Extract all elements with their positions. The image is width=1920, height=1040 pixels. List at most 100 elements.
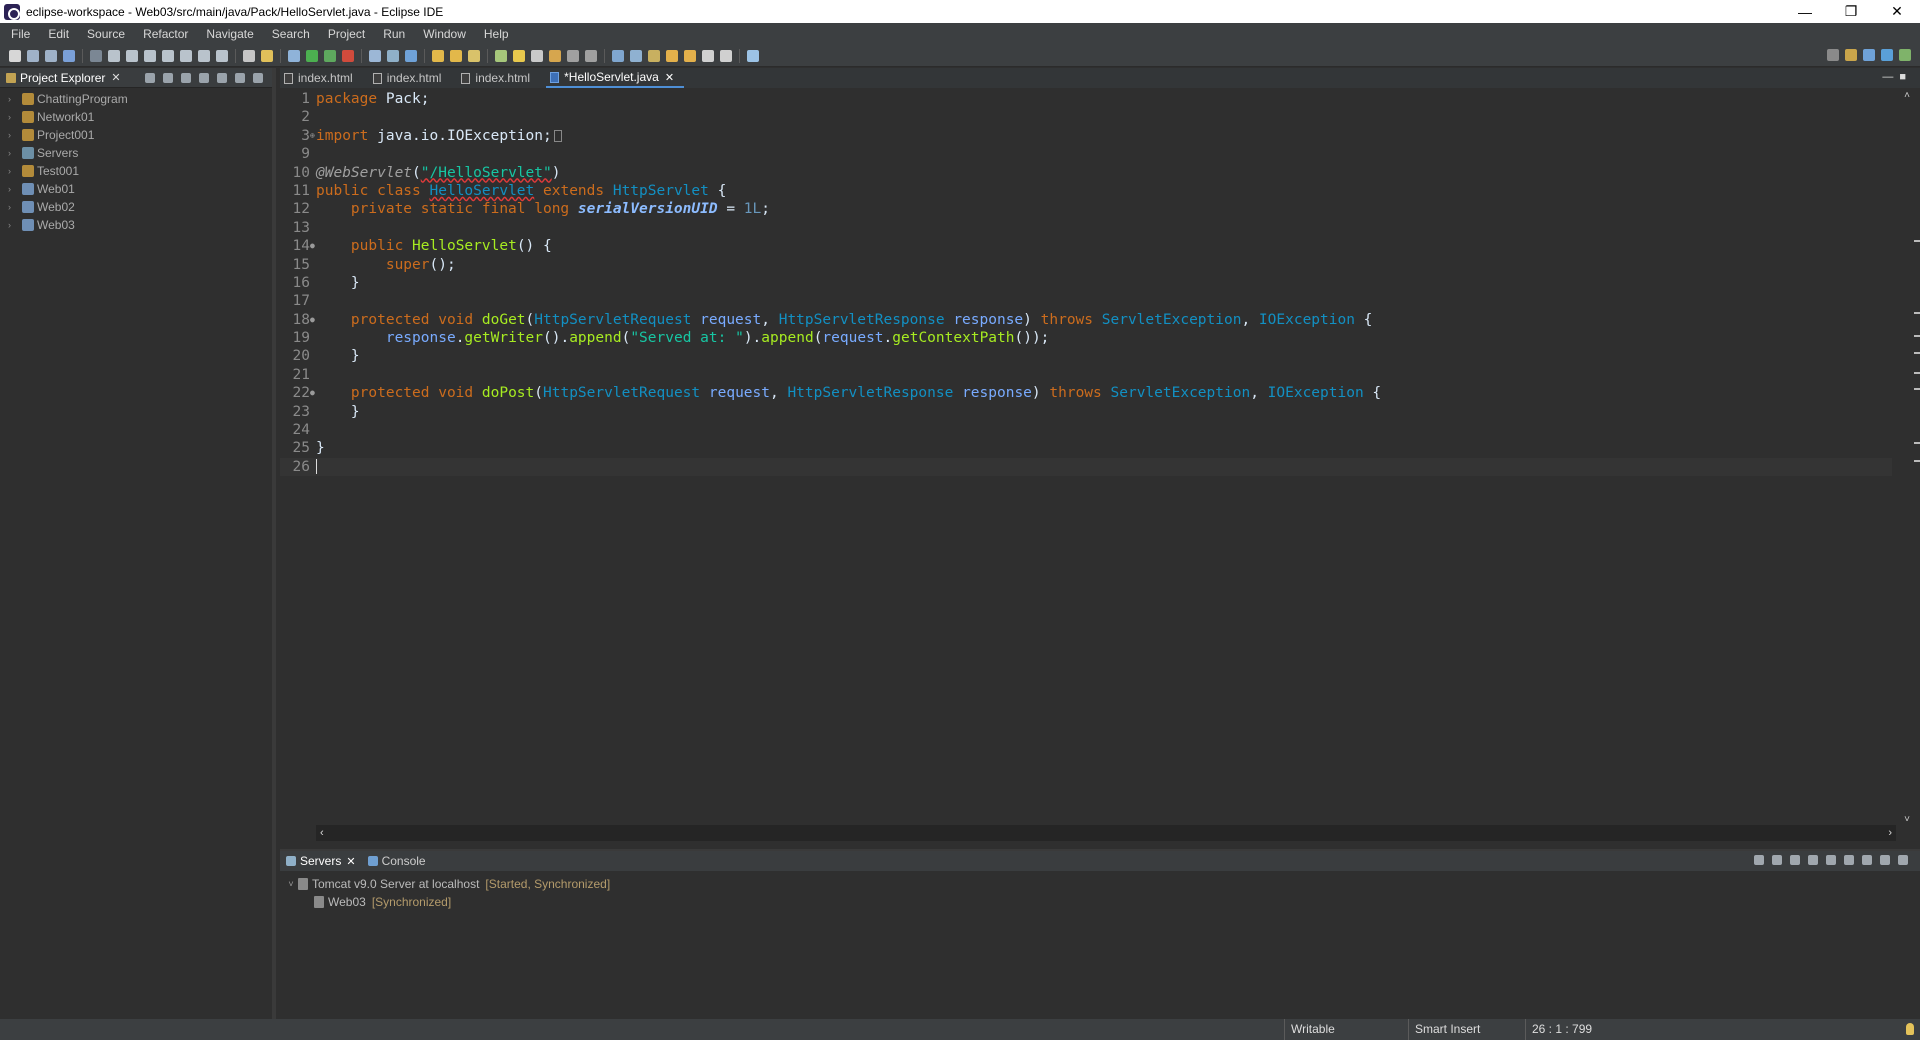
menu-navigate[interactable]: Navigate bbox=[197, 23, 262, 45]
suspend-icon[interactable] bbox=[126, 49, 138, 62]
publish-icon[interactable] bbox=[1844, 855, 1854, 865]
code-editor[interactable]: 1 package Pack; 2 3 ⊕ import java.io.IOExce… bbox=[280, 90, 1892, 825]
scroll-right-icon[interactable]: › bbox=[1888, 827, 1892, 839]
new-java-project-icon[interactable] bbox=[369, 49, 381, 62]
navigate-forward-icon[interactable] bbox=[720, 49, 732, 62]
pilcrow-icon[interactable] bbox=[585, 49, 597, 62]
chevron-right-icon[interactable]: › bbox=[8, 112, 18, 122]
tab-servers[interactable]: Servers ✕ bbox=[280, 851, 362, 871]
stop-server-icon[interactable] bbox=[1826, 855, 1836, 865]
show-whitespace-icon[interactable] bbox=[567, 49, 579, 62]
toggle-breadcrumb-icon[interactable] bbox=[495, 49, 507, 62]
close-icon[interactable]: ✕ bbox=[111, 71, 120, 84]
navigate-back-icon[interactable] bbox=[702, 49, 714, 62]
java-perspective-icon[interactable] bbox=[1881, 49, 1893, 61]
debug-icon[interactable] bbox=[288, 49, 300, 62]
pin-editor-icon[interactable] bbox=[747, 49, 759, 62]
tree-item-web01[interactable]: › Web01 bbox=[0, 180, 272, 198]
tree-item-test001[interactable]: › Test001 bbox=[0, 162, 272, 180]
tree-item-web03[interactable]: › Web03 bbox=[0, 216, 272, 234]
save-icon[interactable] bbox=[27, 49, 39, 62]
back-icon[interactable] bbox=[666, 49, 678, 62]
save-all-icon[interactable] bbox=[45, 49, 57, 62]
menu-edit[interactable]: Edit bbox=[39, 23, 78, 45]
tree-item-servers[interactable]: › Servers bbox=[0, 144, 272, 162]
overview-mark[interactable] bbox=[1914, 460, 1920, 462]
last-edit-icon[interactable] bbox=[648, 49, 660, 62]
word-wrap-icon[interactable] bbox=[549, 49, 561, 62]
start-server-icon[interactable] bbox=[1790, 855, 1800, 865]
menu-file[interactable]: File bbox=[2, 23, 39, 45]
menu-window[interactable]: Window bbox=[414, 23, 475, 45]
editor-tab-index-html[interactable]: index.html bbox=[369, 68, 452, 88]
overview-mark[interactable] bbox=[1914, 388, 1920, 390]
chevron-right-icon[interactable]: › bbox=[8, 202, 18, 212]
folded-block-icon[interactable] bbox=[553, 129, 562, 142]
restore-button[interactable]: ❐ bbox=[1828, 0, 1874, 23]
project-explorer-tab[interactable]: Project Explorer ✕ bbox=[0, 68, 127, 88]
view-menu-icon[interactable] bbox=[216, 72, 227, 83]
chevron-right-icon[interactable]: › bbox=[8, 220, 18, 230]
close-window-button[interactable]: ✕ bbox=[1874, 0, 1920, 23]
minimize-view-icon[interactable] bbox=[1880, 855, 1890, 865]
open-task-icon[interactable] bbox=[450, 49, 462, 62]
open-type-icon[interactable] bbox=[432, 49, 444, 62]
server-row[interactable]: ˅ Tomcat v9.0 Server at localhost [Start… bbox=[280, 875, 1920, 893]
profile-server-icon[interactable] bbox=[1808, 855, 1818, 865]
coverage-icon[interactable] bbox=[324, 49, 336, 62]
tree-item-network01[interactable]: › Network01 bbox=[0, 108, 272, 126]
collapse-all-icon[interactable] bbox=[1754, 855, 1764, 865]
new-class-icon[interactable] bbox=[405, 49, 417, 62]
tab-console[interactable]: Console bbox=[362, 851, 432, 871]
block-selection-icon[interactable] bbox=[531, 49, 543, 62]
terminate-icon[interactable] bbox=[144, 49, 156, 62]
scroll-up-icon[interactable]: ˄ bbox=[1900, 90, 1914, 101]
skip-breakpoints-icon[interactable] bbox=[90, 49, 102, 62]
search-icon[interactable] bbox=[1827, 49, 1839, 61]
status-insert-mode[interactable]: Smart Insert bbox=[1408, 1019, 1480, 1040]
minimize-view-icon[interactable] bbox=[234, 72, 245, 83]
java-ee-perspective-icon[interactable] bbox=[1863, 49, 1875, 61]
menu-run[interactable]: Run bbox=[374, 23, 414, 45]
previous-annotation-icon[interactable] bbox=[630, 49, 642, 62]
chevron-right-icon[interactable]: › bbox=[8, 130, 18, 140]
new-package-icon[interactable] bbox=[387, 49, 399, 62]
scroll-left-icon[interactable]: ‹ bbox=[320, 827, 324, 839]
external-tools-icon[interactable] bbox=[342, 49, 354, 62]
step-return-icon[interactable] bbox=[198, 49, 210, 62]
chevron-down-icon[interactable]: ˅ bbox=[284, 879, 298, 889]
tree-item-project001[interactable]: › Project001 bbox=[0, 126, 272, 144]
minimize-button[interactable]: — bbox=[1782, 0, 1828, 23]
overview-mark[interactable] bbox=[1914, 372, 1920, 374]
overview-mark[interactable] bbox=[1914, 240, 1920, 242]
editor-tab-index-html[interactable]: index.html bbox=[457, 68, 540, 88]
view-menu-icon[interactable] bbox=[1862, 855, 1872, 865]
close-icon[interactable]: ✕ bbox=[346, 855, 355, 868]
mark-occurrences-icon[interactable] bbox=[513, 49, 525, 62]
maximize-view-icon[interactable] bbox=[252, 72, 263, 83]
debug-perspective-icon[interactable] bbox=[1899, 49, 1911, 61]
overview-mark[interactable] bbox=[1914, 335, 1920, 337]
module-row[interactable]: Web03 [Synchronized] bbox=[280, 893, 1920, 911]
step-into-icon[interactable] bbox=[162, 49, 174, 62]
lightbulb-icon[interactable] bbox=[1906, 1023, 1914, 1035]
search-toolbar-icon[interactable] bbox=[468, 49, 480, 62]
next-annotation-icon[interactable] bbox=[612, 49, 624, 62]
maximize-view-icon[interactable] bbox=[1898, 855, 1908, 865]
forward-icon[interactable] bbox=[684, 49, 696, 62]
editor-tab-helloservlet-java[interactable]: *HelloServlet.java ✕ bbox=[546, 68, 685, 88]
new-server-icon[interactable] bbox=[261, 49, 273, 62]
chevron-right-icon[interactable]: › bbox=[8, 184, 18, 194]
collapse-all-icon[interactable] bbox=[144, 72, 155, 83]
editor-minimize-maximize[interactable]: —■ bbox=[1882, 71, 1912, 83]
debug-server-icon[interactable] bbox=[1772, 855, 1782, 865]
new-icon[interactable] bbox=[9, 49, 21, 62]
step-over-icon[interactable] bbox=[180, 49, 192, 62]
link-with-editor-icon[interactable] bbox=[162, 72, 173, 83]
menu-refactor[interactable]: Refactor bbox=[134, 23, 197, 45]
menu-source[interactable]: Source bbox=[78, 23, 134, 45]
filter-icon[interactable] bbox=[180, 72, 191, 83]
chevron-right-icon[interactable]: › bbox=[8, 166, 18, 176]
horizontal-scrollbar[interactable]: ‹ › bbox=[316, 825, 1896, 841]
tree-item-chattingprogram[interactable]: › ChattingProgram bbox=[0, 90, 272, 108]
